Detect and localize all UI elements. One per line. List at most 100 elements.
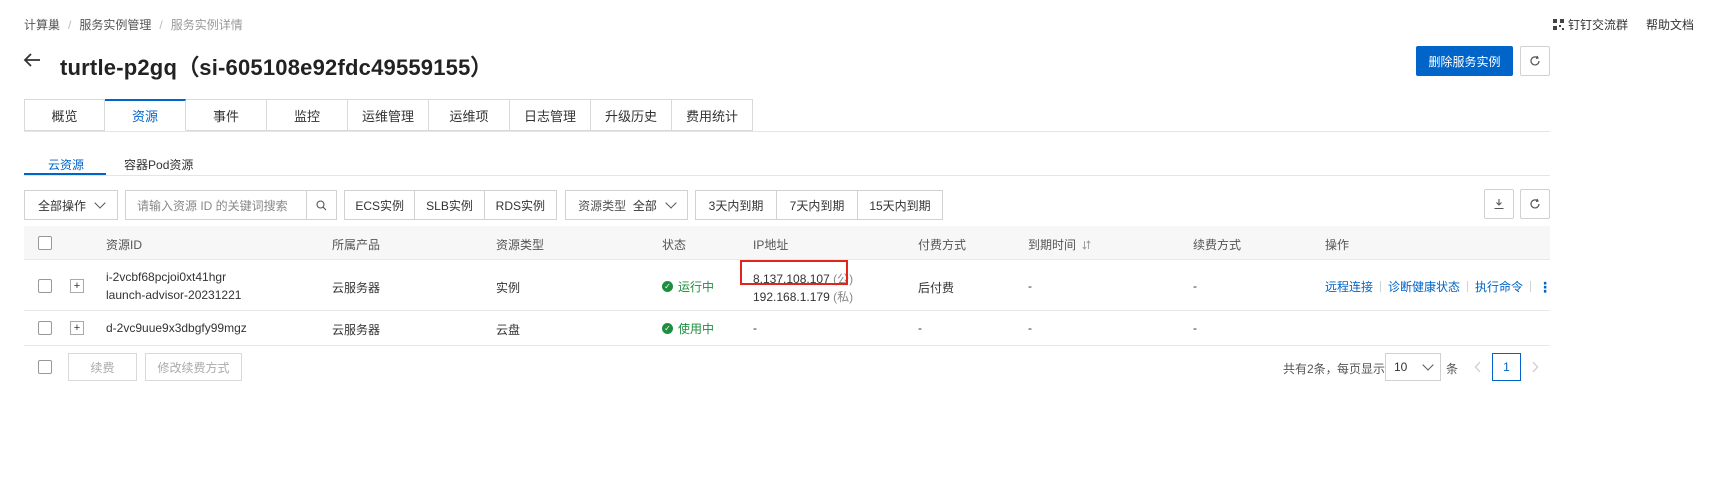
tab-ops-management[interactable]: 运维管理 bbox=[348, 99, 429, 131]
filter-ecs[interactable]: ECS实例 bbox=[345, 191, 416, 219]
resource-type-select[interactable]: 资源类型 全部 bbox=[565, 190, 688, 220]
tab-overview[interactable]: 概览 bbox=[24, 99, 105, 131]
billing-cell: 后付费 bbox=[918, 281, 955, 295]
table-row: + d-2vc9uue9x3dbgfy99mgz 云服务器 云盘 ✓ 使用中 -… bbox=[24, 311, 1550, 346]
total-count: 共有2条， bbox=[1283, 362, 1338, 376]
resource-id-link[interactable]: i-2vcbf68pcjoi0xt41hgr bbox=[106, 270, 226, 284]
sub-tabs: 云资源 容器Pod资源 bbox=[24, 153, 217, 175]
ip-highlight-box bbox=[740, 260, 848, 285]
table-refresh-icon[interactable] bbox=[1520, 189, 1550, 219]
refresh-icon[interactable] bbox=[1520, 46, 1550, 76]
renew-cell: - bbox=[1193, 279, 1197, 293]
product-cell: 云服务器 bbox=[332, 323, 381, 337]
header-resource-type: 资源类型 bbox=[496, 238, 545, 252]
change-renew-button[interactable]: 修改续费方式 bbox=[145, 353, 242, 381]
tabs-divider bbox=[24, 131, 1550, 132]
sort-icon bbox=[1082, 239, 1091, 250]
row-checkbox[interactable] bbox=[38, 321, 52, 335]
table-header: 资源ID 所属产品 资源类型 状态 IP地址 付费方式 到期时间 续费方式 操作 bbox=[24, 226, 1550, 260]
bulk-action-select[interactable]: 全部操作 bbox=[24, 190, 118, 220]
header-expiry-label: 到期时间 bbox=[1028, 238, 1077, 252]
tab-upgrade-history[interactable]: 升级历史 bbox=[591, 99, 672, 131]
subtabs-divider bbox=[24, 175, 1550, 176]
qrcode-icon bbox=[1552, 19, 1564, 30]
product-filter-group: ECS实例 SLB实例 RDS实例 bbox=[344, 190, 557, 220]
status-text: 运行中 bbox=[678, 280, 715, 294]
search-box: 请输入资源 ID 的关键词搜索 bbox=[125, 190, 337, 220]
type-cell: 云盘 bbox=[496, 323, 521, 337]
page-size-value: 10 bbox=[1394, 360, 1408, 374]
page-title: turtle-p2gq（si-605108e92fdc49559155） bbox=[60, 55, 493, 80]
expiry-cell: - bbox=[1028, 321, 1032, 335]
header-actions: 操作 bbox=[1325, 238, 1350, 252]
footer-select-all-checkbox[interactable] bbox=[38, 360, 52, 374]
tab-monitoring[interactable]: 监控 bbox=[267, 99, 348, 131]
chevron-down-icon bbox=[94, 197, 106, 209]
per-page-label: 每页显示 bbox=[1337, 362, 1386, 376]
resource-type-value: 全部 bbox=[632, 198, 657, 213]
breadcrumb: 计算巢 / 服务实例管理 / 服务实例详情 bbox=[24, 18, 243, 32]
check-circle-icon: ✓ bbox=[662, 281, 673, 292]
tab-log-management[interactable]: 日志管理 bbox=[510, 99, 591, 131]
run-command-link[interactable]: 执行命令 bbox=[1475, 278, 1523, 295]
filter-expire-3days[interactable]: 3天内到期 bbox=[696, 191, 777, 219]
expand-icon[interactable]: + bbox=[70, 279, 84, 293]
private-ip-tag: (私) bbox=[833, 290, 854, 304]
subtab-active-indicator bbox=[24, 173, 106, 175]
header-resource-id: 资源ID bbox=[106, 238, 143, 252]
header-ip: IP地址 bbox=[753, 238, 789, 252]
dingtalk-group-link[interactable]: 钉钉交流群 bbox=[1552, 16, 1628, 33]
header-status: 状态 bbox=[662, 238, 687, 252]
renew-button[interactable]: 续费 bbox=[68, 353, 137, 381]
expiry-cell: - bbox=[1028, 279, 1032, 293]
more-actions-icon[interactable]: ⋮ bbox=[1538, 280, 1552, 294]
product-cell: 云服务器 bbox=[332, 281, 381, 295]
ip-cell: - bbox=[753, 321, 757, 335]
page-size-select[interactable]: 10 bbox=[1385, 353, 1441, 381]
filter-rds[interactable]: RDS实例 bbox=[485, 191, 556, 219]
status-badge: ✓ 使用中 bbox=[662, 320, 714, 337]
check-circle-icon: ✓ bbox=[662, 323, 673, 334]
header-product: 所属产品 bbox=[332, 238, 381, 252]
expand-icon[interactable]: + bbox=[70, 321, 84, 335]
dingtalk-group-label: 钉钉交流群 bbox=[1567, 18, 1628, 32]
filter-slb[interactable]: SLB实例 bbox=[415, 191, 485, 219]
tab-events[interactable]: 事件 bbox=[186, 99, 267, 131]
filter-expire-15days[interactable]: 15天内到期 bbox=[858, 191, 942, 219]
page-number-current[interactable]: 1 bbox=[1492, 353, 1521, 381]
next-page-icon[interactable] bbox=[1522, 353, 1548, 381]
private-ip-value: 192.168.1.179 bbox=[753, 290, 830, 304]
subtab-cloud-resources[interactable]: 云资源 bbox=[24, 153, 108, 175]
resource-name: launch-advisor-20231221 bbox=[106, 288, 242, 302]
resource-type-label: 资源类型 bbox=[578, 198, 627, 213]
prev-page-icon[interactable] bbox=[1465, 353, 1491, 381]
tab-cost-statistics[interactable]: 费用统计 bbox=[672, 99, 753, 131]
back-arrow-icon[interactable] bbox=[22, 49, 42, 77]
chevron-down-icon bbox=[1422, 359, 1434, 371]
search-icon[interactable] bbox=[307, 191, 336, 219]
remote-connect-link[interactable]: 远程连接 bbox=[1325, 278, 1373, 295]
subtab-container-pod-resources[interactable]: 容器Pod资源 bbox=[108, 153, 217, 175]
header-renew: 续费方式 bbox=[1193, 238, 1242, 252]
select-all-checkbox[interactable] bbox=[38, 236, 52, 250]
breadcrumb-item[interactable]: 服务实例管理 bbox=[79, 18, 151, 32]
resource-id-link[interactable]: d-2vc9uue9x3dbgfy99mgz bbox=[106, 321, 247, 335]
breadcrumb-current: 服务实例详情 bbox=[170, 18, 243, 32]
tab-resources[interactable]: 资源 bbox=[105, 99, 186, 131]
status-badge: ✓ 运行中 bbox=[662, 278, 714, 295]
help-docs-link[interactable]: 帮助文档 bbox=[1646, 16, 1694, 33]
main-tabs: 概览 资源 事件 监控 运维管理 运维项 日志管理 升级历史 费用统计 bbox=[24, 99, 753, 131]
row-checkbox[interactable] bbox=[38, 279, 52, 293]
download-icon[interactable] bbox=[1484, 189, 1514, 219]
breadcrumb-item[interactable]: 计算巢 bbox=[24, 18, 60, 32]
billing-cell: - bbox=[918, 321, 922, 335]
header-expiry[interactable]: 到期时间 bbox=[1028, 236, 1091, 253]
delete-service-instance-button[interactable]: 删除服务实例 bbox=[1416, 46, 1513, 76]
private-ip: 192.168.1.179 (私) bbox=[753, 288, 853, 305]
chevron-down-icon bbox=[665, 197, 677, 209]
type-cell: 实例 bbox=[496, 281, 521, 295]
filter-expire-7days[interactable]: 7天内到期 bbox=[777, 191, 858, 219]
diagnose-health-link[interactable]: 诊断健康状态 bbox=[1388, 278, 1460, 295]
search-input[interactable]: 请输入资源 ID 的关键词搜索 bbox=[126, 191, 308, 219]
tab-ops-items[interactable]: 运维项 bbox=[429, 99, 510, 131]
